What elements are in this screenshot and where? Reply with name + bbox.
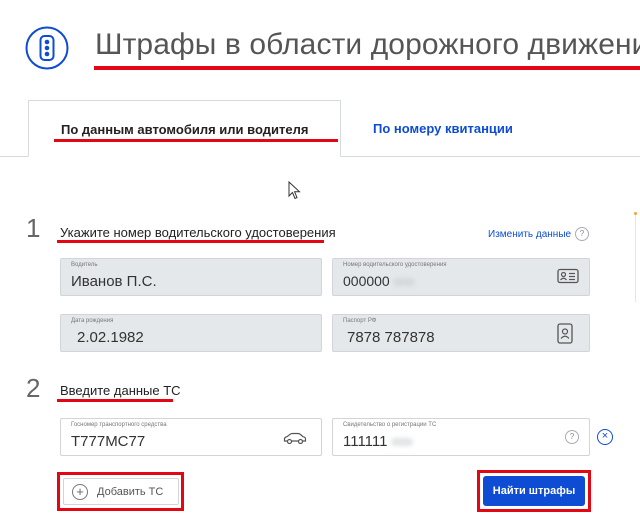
field-value: 000000 xyxy=(343,273,415,289)
section-title-vehicle: Введите данные ТС xyxy=(60,383,181,398)
help-icon[interactable]: ? xyxy=(565,430,579,444)
search-mode-tabs: По данным автомобиля или водителя По ном… xyxy=(0,100,640,157)
field-value: Т777МС77 xyxy=(71,433,146,450)
car-icon xyxy=(283,432,307,444)
field-value: 2.02.1982 xyxy=(77,329,144,346)
passport-field: Паспорт РФ 7878 787878 xyxy=(332,314,590,352)
vehicle-registration-input[interactable]: Свидетельство о регистрации ТС 111111 ? xyxy=(332,418,590,456)
tab-label: По данным автомобиля или водителя xyxy=(61,122,309,137)
field-label: Паспорт РФ xyxy=(343,318,377,324)
field-value: 7878 787878 xyxy=(347,329,435,346)
field-label: Дата рождения xyxy=(71,318,114,324)
section-highlight-underline xyxy=(57,399,173,402)
field-label: Водитель xyxy=(71,262,98,268)
traffic-light-icon xyxy=(25,26,69,70)
plus-icon: + xyxy=(72,484,88,500)
find-fines-button[interactable]: Найти штрафы xyxy=(483,476,585,506)
tab-by-vehicle-or-driver[interactable]: По данным автомобиля или водителя xyxy=(28,100,341,157)
birth-date-field: Дата рождения 2.02.1982 xyxy=(60,314,322,352)
field-value: Иванов П.С. xyxy=(71,273,157,290)
side-panel-edge xyxy=(635,212,640,302)
field-label: Госномер транспортного средства xyxy=(71,422,167,428)
id-card-icon xyxy=(557,268,579,284)
field-value: 111111 xyxy=(343,433,413,450)
edit-data-link[interactable]: Изменить данные xyxy=(488,229,571,240)
field-label: Свидетельство о регистрации ТС xyxy=(343,422,437,428)
vehicle-plate-input[interactable]: Госномер транспортного средства Т777МС77 xyxy=(60,418,322,456)
title-highlight-underline xyxy=(94,66,640,70)
section-highlight-underline xyxy=(57,240,324,243)
step-number: 2 xyxy=(26,373,41,403)
page-title: Штрафы в области дорожного движения xyxy=(95,28,640,61)
remove-vehicle-icon[interactable]: × xyxy=(597,429,613,445)
field-label: Номер водительского удостоверения xyxy=(343,262,447,268)
step-number: 1 xyxy=(26,213,41,243)
side-panel-marker xyxy=(634,212,637,215)
driver-field: Водитель Иванов П.С. xyxy=(60,258,322,296)
add-vehicle-button[interactable]: + Добавить ТС xyxy=(63,478,179,505)
add-vehicle-label: Добавить ТС xyxy=(97,486,164,498)
help-icon[interactable]: ? xyxy=(575,227,589,241)
tab-by-receipt-number[interactable]: По номеру квитанции xyxy=(373,121,513,136)
passport-icon xyxy=(557,323,573,344)
mouse-cursor-icon xyxy=(288,181,301,200)
section-title-driver-license: Укажите номер водительского удостоверени… xyxy=(60,225,336,240)
page-header: Штрафы в области дорожного движения xyxy=(0,0,640,80)
tab-highlight-underline xyxy=(54,139,338,142)
driver-license-field: Номер водительского удостоверения 000000 xyxy=(332,258,590,296)
